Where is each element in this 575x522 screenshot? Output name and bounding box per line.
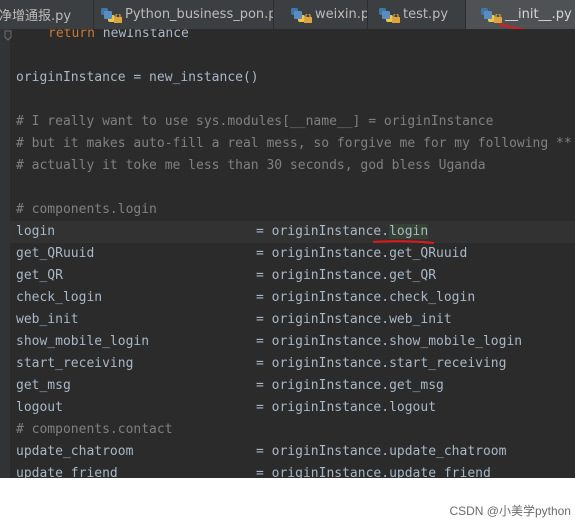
attr-name: login: [389, 224, 429, 239]
keyword-return: return: [48, 29, 95, 41]
attr-name: check_login: [389, 290, 476, 305]
tab-test[interactable]: test.py: [368, 0, 466, 29]
code-line-assign: originInstance = new_instance(): [16, 70, 259, 85]
section-comment-login: # components.login: [16, 202, 157, 217]
attr-name: show_mobile_login: [389, 334, 523, 349]
assign-prefix: = originInstance.: [256, 312, 390, 327]
assign-prefix: = originInstance.: [256, 444, 390, 459]
var-name: get_msg: [16, 378, 71, 393]
code-line: show_mobile_login = originInstance.show_m…: [16, 331, 536, 353]
code-line: get_msg = originInstance.get_msg: [16, 375, 536, 397]
code-comment: # I really want to use sys.modules[__nam…: [16, 114, 494, 129]
var-name: web_init: [16, 312, 79, 327]
var-name: get_QRuuid: [16, 246, 95, 261]
lock-icon: [304, 14, 312, 23]
code-line: logout = originInstance.logout: [16, 397, 536, 419]
return-value: newInstance: [94, 29, 189, 41]
code-line: update_friend = originInstance.update_fri…: [16, 463, 536, 478]
lock-icon: [114, 14, 122, 23]
assign-prefix: = originInstance.: [256, 334, 390, 349]
code-line: check_login = originInstance.check_login: [16, 287, 536, 309]
assign-prefix: = originInstance.: [256, 378, 390, 393]
var-name: show_mobile_login: [16, 334, 150, 349]
editor-tab-bar: 盛净增通报.py Python_business_pon.py weixin.p…: [0, 0, 575, 33]
fold-icon[interactable]: [4, 30, 12, 42]
assign-prefix: = originInstance.: [256, 290, 390, 305]
tab-label: Python_business_pon.py: [125, 7, 274, 22]
var-name: logout: [16, 400, 63, 415]
assign-prefix: = originInstance.: [256, 268, 390, 283]
lock-icon: [392, 14, 400, 23]
assign-prefix: = originInstance.: [256, 400, 390, 415]
section-comment-contact: # components.contact: [16, 422, 173, 437]
code-line: get_QRuuid = originInstance.get_QRuuid: [16, 243, 536, 265]
editor-gutter: [0, 29, 12, 478]
attr-name: get_QRuuid: [389, 246, 468, 261]
attr-name: web_init: [389, 312, 452, 327]
code-line: web_init = originInstance.web_init: [16, 309, 536, 331]
code-comment: # but it makes auto-fill a real mess, so…: [16, 136, 572, 151]
watermark: CSDN @小美学python: [449, 504, 571, 518]
attr-name: logout: [389, 400, 437, 415]
attr-name: update_friend: [389, 466, 491, 478]
var-name: login: [16, 224, 56, 239]
attr-name: get_QR: [389, 268, 437, 283]
code-line: update_chatroom = originInstance.update_c…: [16, 441, 536, 463]
code-comment: # actually it toke me less than 30 secon…: [16, 158, 486, 173]
red-annotation-underline: [372, 240, 435, 244]
assign-prefix: = originInstance.: [256, 466, 390, 478]
var-name: get_QR: [16, 268, 63, 283]
attr-name: start_receiving: [389, 356, 507, 371]
tab-weixin[interactable]: weixin.py: [274, 0, 368, 29]
var-name: update_friend: [16, 466, 118, 478]
var-name: check_login: [16, 290, 103, 305]
code-line: get_QR = originInstance.get_QR: [16, 265, 536, 287]
code-line: start_receiving = originInstance.start_re…: [16, 353, 536, 375]
tab-label: test.py: [403, 7, 449, 22]
tab-python-business-pon[interactable]: Python_business_pon.py: [94, 0, 274, 29]
code-editor[interactable]: return newInstance originInstance = new_…: [0, 29, 575, 478]
var-name: start_receiving: [16, 356, 134, 371]
tab-label: weixin.py: [315, 7, 367, 22]
code-line-login: login = originInstance.login: [16, 221, 536, 243]
bottom-strip: CSDN @小美学python: [0, 478, 575, 522]
assign-prefix: = originInstance.: [256, 246, 390, 261]
tab-盛净增通报[interactable]: 盛净增通报.py: [0, 0, 94, 29]
assign-prefix: = originInstance.: [256, 356, 390, 371]
tab-label: 盛净增通报.py: [0, 9, 72, 24]
var-name: update_chatroom: [16, 444, 134, 459]
code-line-return: return newInstance: [48, 29, 189, 45]
attr-name: update_chatroom: [389, 444, 507, 459]
attr-name: get_msg: [389, 378, 444, 393]
assign-prefix: = originInstance.: [256, 224, 390, 239]
